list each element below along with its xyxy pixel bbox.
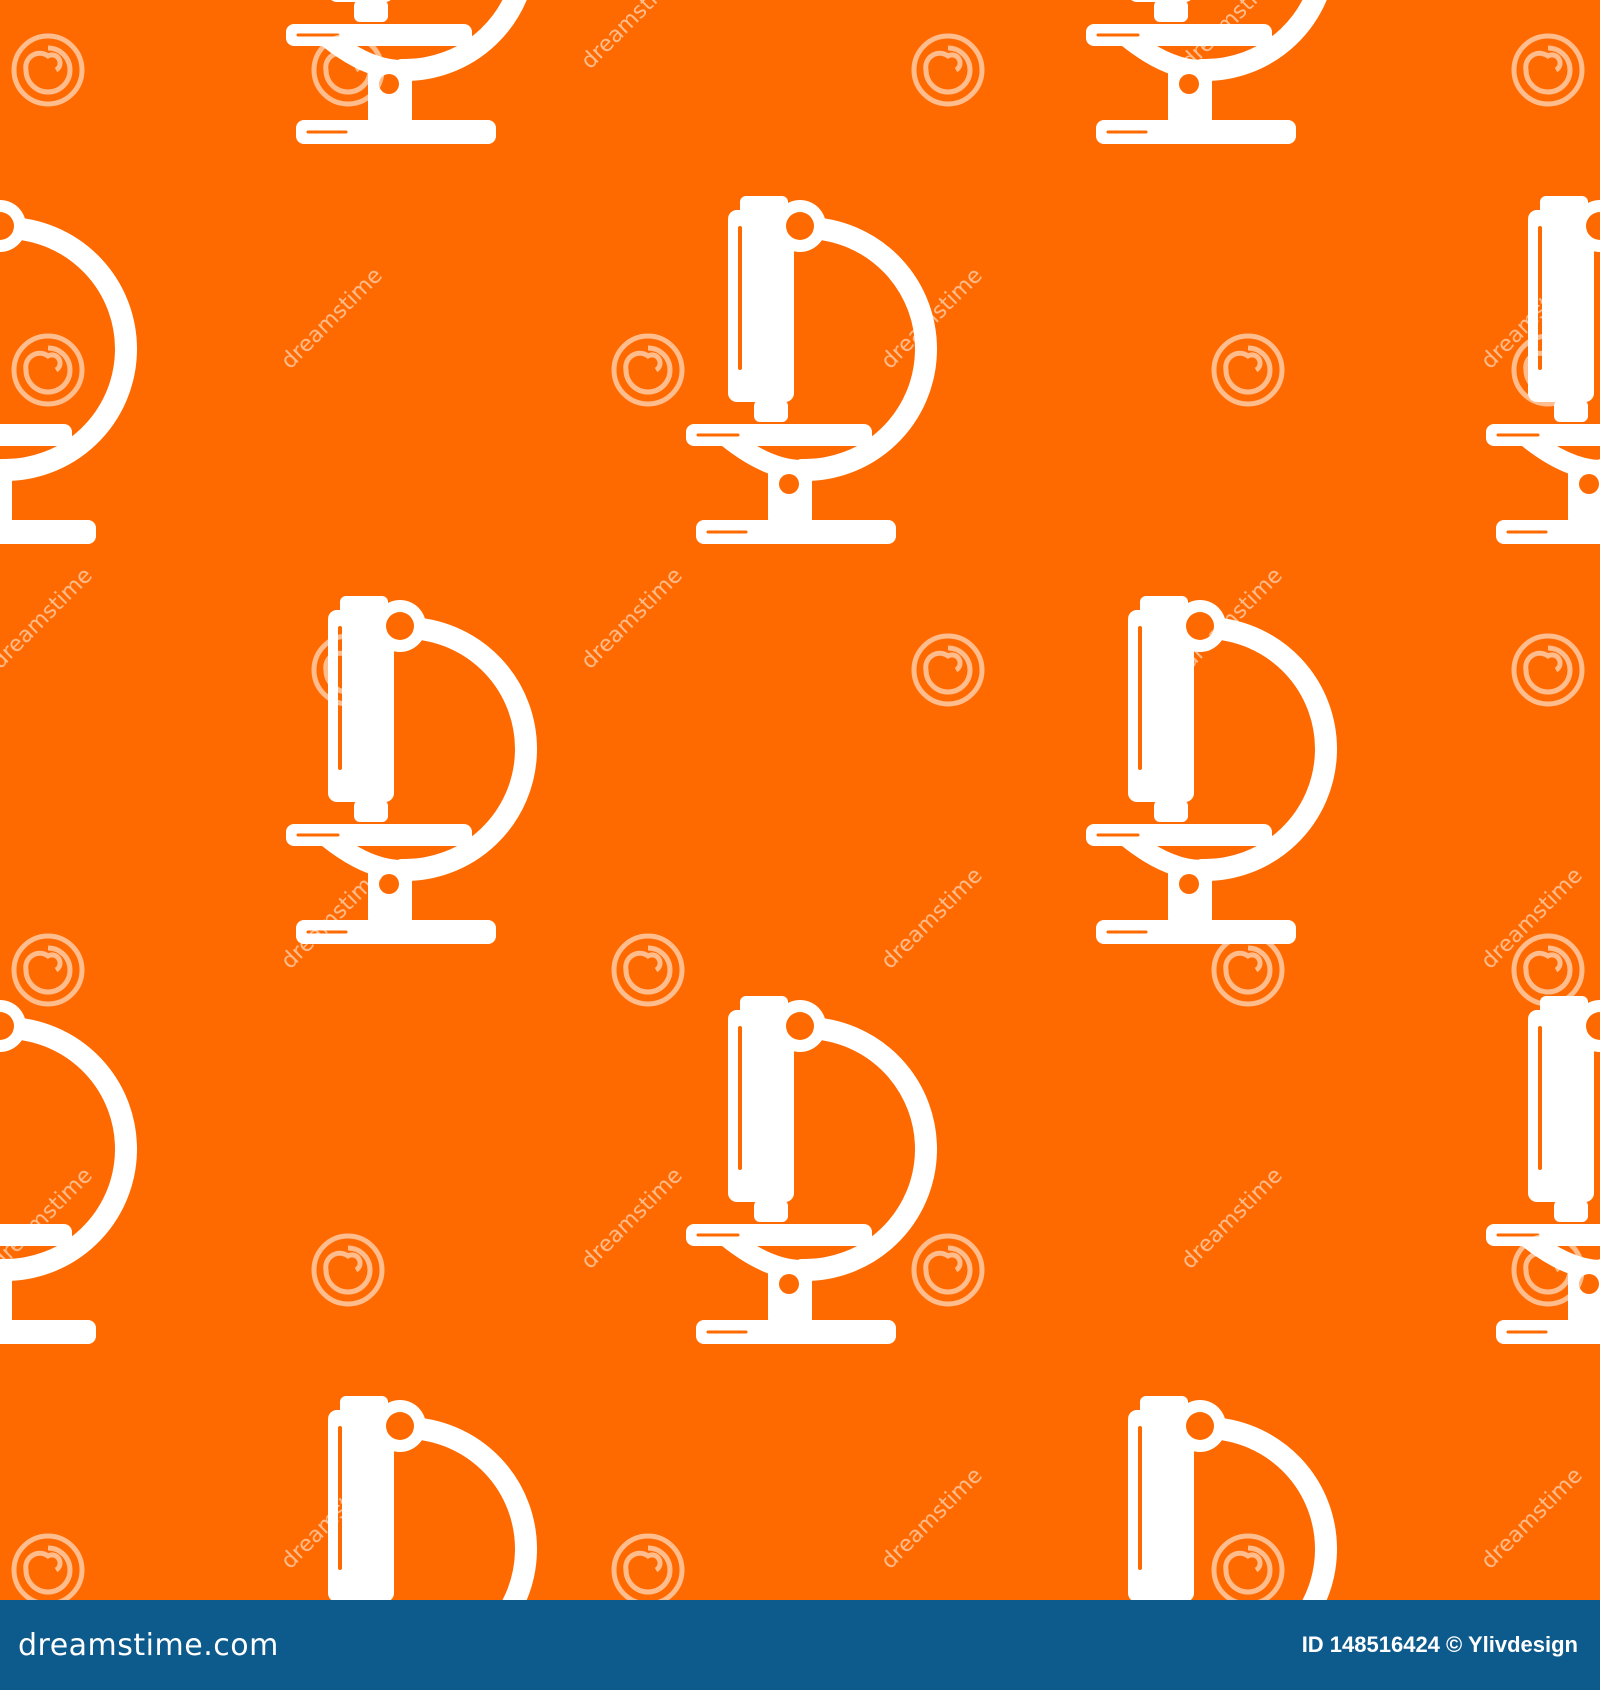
footer-bar: dreamstime.com ID 148516424 © Ylivdesign (0, 1600, 1600, 1690)
footer-logo: dreamstime.com (18, 1627, 279, 1663)
footer-credit: ID 148516424 © Ylivdesign (1301, 1632, 1578, 1657)
pattern-area: dreamstime dreamstime dreamstime dreamstime… (0, 0, 1600, 1600)
microscope-pattern: dreamstime dreamstime dreamstimedreamstime… (0, 0, 1600, 1600)
